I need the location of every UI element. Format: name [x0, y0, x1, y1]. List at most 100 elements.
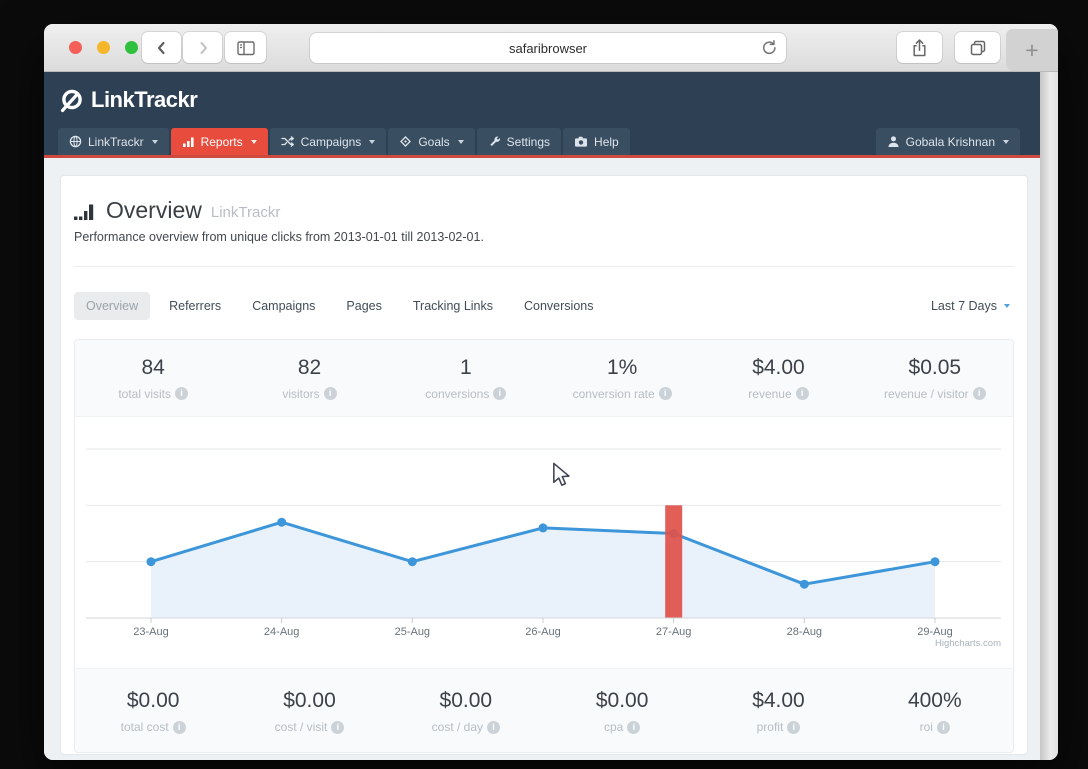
- info-icon[interactable]: i: [323, 387, 337, 400]
- share-icon: [911, 38, 928, 58]
- caret-down-icon: [1003, 139, 1009, 144]
- nav-item-settings[interactable]: Settings: [476, 128, 562, 155]
- browser-window: safaribrowser + LinkTrackr LinkTrackr Re…: [44, 24, 1058, 760]
- stat-value: $4.00: [752, 689, 805, 712]
- web-content: LinkTrackr LinkTrackr Reports Campaigns Goa…: [44, 72, 1040, 760]
- caret-down-icon: [151, 139, 158, 144]
- nav-item-reports[interactable]: Reports: [170, 128, 268, 155]
- stat-conversion-rate: 1% conversion rate i: [544, 340, 700, 416]
- nav-item-campaigns[interactable]: Campaigns: [269, 128, 387, 155]
- tab-pages[interactable]: Pages: [334, 292, 393, 320]
- info-icon[interactable]: i: [627, 720, 641, 734]
- share-button[interactable]: [897, 32, 942, 63]
- stat-label-text: cost / visit: [274, 720, 328, 734]
- info-icon[interactable]: i: [658, 387, 672, 400]
- info-icon[interactable]: i: [172, 720, 186, 734]
- close-window-button[interactable]: [69, 41, 82, 54]
- tab-tracking-links[interactable]: Tracking Links: [401, 292, 505, 320]
- stat-label-text: profit: [756, 720, 784, 734]
- chart-credits[interactable]: Highcharts.com: [935, 638, 1001, 649]
- stat-cost-day: $0.00 cost / day i: [388, 669, 544, 752]
- reload-icon[interactable]: [760, 39, 777, 56]
- new-tab-button[interactable]: +: [1006, 29, 1058, 71]
- user-name: Gobala Krishnan: [905, 134, 995, 149]
- highlight-column-27-aug[interactable]: [665, 505, 683, 618]
- chevron-left-icon: [154, 40, 170, 56]
- linktrackr-logo[interactable]: LinkTrackr: [58, 87, 198, 114]
- address-bar[interactable]: safaribrowser: [310, 33, 786, 63]
- stat-cpa: $0.00 cpa i: [544, 669, 700, 752]
- stat-label-text: cpa: [603, 720, 624, 734]
- x-axis-label-23-aug: 23-Aug: [133, 626, 168, 638]
- tab-campaigns[interactable]: Campaigns: [240, 292, 327, 320]
- browser-titlebar: safaribrowser +: [44, 24, 1058, 72]
- show-tabs-button[interactable]: [955, 32, 1000, 63]
- stat-value: $0.05: [908, 355, 962, 379]
- stat-label: visitors i: [282, 387, 337, 401]
- sidebar-button[interactable]: [225, 32, 266, 63]
- data-point-29-aug[interactable]: [930, 557, 940, 567]
- nav-item-label: Goals: [418, 134, 450, 149]
- info-icon[interactable]: i: [175, 387, 188, 400]
- info-icon[interactable]: i: [493, 387, 507, 400]
- stat-cost-visit: $0.00 cost / visit i: [231, 669, 387, 752]
- report-header: Overview LinkTrackr Performance overview…: [74, 176, 1014, 267]
- stat-value: 1%: [606, 355, 638, 379]
- user-icon: [887, 135, 900, 148]
- data-point-23-aug[interactable]: [146, 557, 156, 567]
- series-area-fill: [151, 522, 935, 618]
- data-point-26-aug[interactable]: [538, 523, 548, 533]
- date-range-label: Last 7 Days: [930, 299, 997, 313]
- nav-item-help[interactable]: Help: [563, 128, 630, 155]
- minimize-window-button[interactable]: [97, 41, 110, 54]
- stat-visitors: 82 visitors i: [231, 340, 387, 416]
- user-menu[interactable]: Gobala Krishnan: [875, 128, 1020, 155]
- page-subtitle: Performance overview from unique clicks …: [74, 230, 484, 244]
- tab-conversions[interactable]: Conversions: [512, 292, 605, 320]
- stat-label: revenue i: [748, 386, 809, 401]
- stat-label-text: total cost: [120, 720, 169, 734]
- url-text: safaribrowser: [508, 40, 588, 56]
- data-point-25-aug[interactable]: [407, 557, 417, 567]
- linktrackr-logo-icon: [58, 87, 85, 114]
- stat-label-text: roi: [919, 720, 933, 734]
- info-icon[interactable]: i: [487, 720, 500, 734]
- forward-button[interactable]: [183, 32, 222, 63]
- page-area: Overview LinkTrackr Performance overview…: [44, 158, 1040, 755]
- stat-total-visits: 84 total visits i: [75, 340, 231, 416]
- page-title-suffix: LinkTrackr: [210, 204, 281, 221]
- stat-label: cost / visit i: [275, 720, 345, 734]
- info-icon[interactable]: i: [787, 720, 801, 734]
- stat-value: $0.00: [126, 689, 180, 712]
- data-point-28-aug[interactable]: [799, 579, 809, 589]
- tab-referrers[interactable]: Referrers: [157, 292, 233, 320]
- stat-conversions: 1 conversions i: [388, 340, 544, 416]
- screenshot-root: { "browser": { "url_text": "safaribrowse…: [0, 0, 1088, 769]
- stat-label: profit i: [757, 720, 801, 734]
- x-axis-label-27-aug: 27-Aug: [656, 626, 691, 638]
- info-icon[interactable]: i: [795, 387, 809, 400]
- stat-label: conversion rate i: [573, 387, 672, 401]
- date-range-selector[interactable]: Last 7 Days: [931, 299, 1014, 313]
- data-point-24-aug[interactable]: [277, 517, 287, 527]
- nav-item-goals[interactable]: Goals: [388, 128, 475, 155]
- tab-overview[interactable]: Overview: [74, 292, 151, 320]
- visits-chart[interactable]: 23-Aug 24-Aug 25-Aug 26-Aug 27-Aug 28-Aug 29-A…: [75, 417, 1013, 668]
- sidebar-icon: [236, 39, 256, 57]
- stats-row-top: 84 total visits i 82 visitors i 1 conversions i 1…: [75, 340, 1013, 417]
- nav-item-linktrackr[interactable]: LinkTrackr: [58, 128, 169, 155]
- info-icon[interactable]: i: [936, 720, 950, 734]
- stat-label-text: revenue: [748, 386, 792, 401]
- info-icon[interactable]: i: [972, 387, 986, 400]
- stat-value: 84: [141, 355, 165, 379]
- back-button[interactable]: [142, 32, 181, 63]
- zoom-window-button[interactable]: [125, 41, 138, 54]
- stat-value: $0.00: [439, 689, 493, 712]
- x-axis-label-25-aug: 25-Aug: [395, 626, 430, 638]
- x-axis-label-26-aug: 26-Aug: [525, 626, 560, 638]
- stat-label: total visits i: [118, 387, 188, 401]
- stats-row-bottom: $0.00 total cost i $0.00 cost / visit i $0.00 c…: [75, 668, 1013, 752]
- info-icon[interactable]: i: [331, 720, 345, 734]
- caret-down-icon: [1004, 304, 1010, 308]
- stat-label: conversions i: [425, 387, 507, 401]
